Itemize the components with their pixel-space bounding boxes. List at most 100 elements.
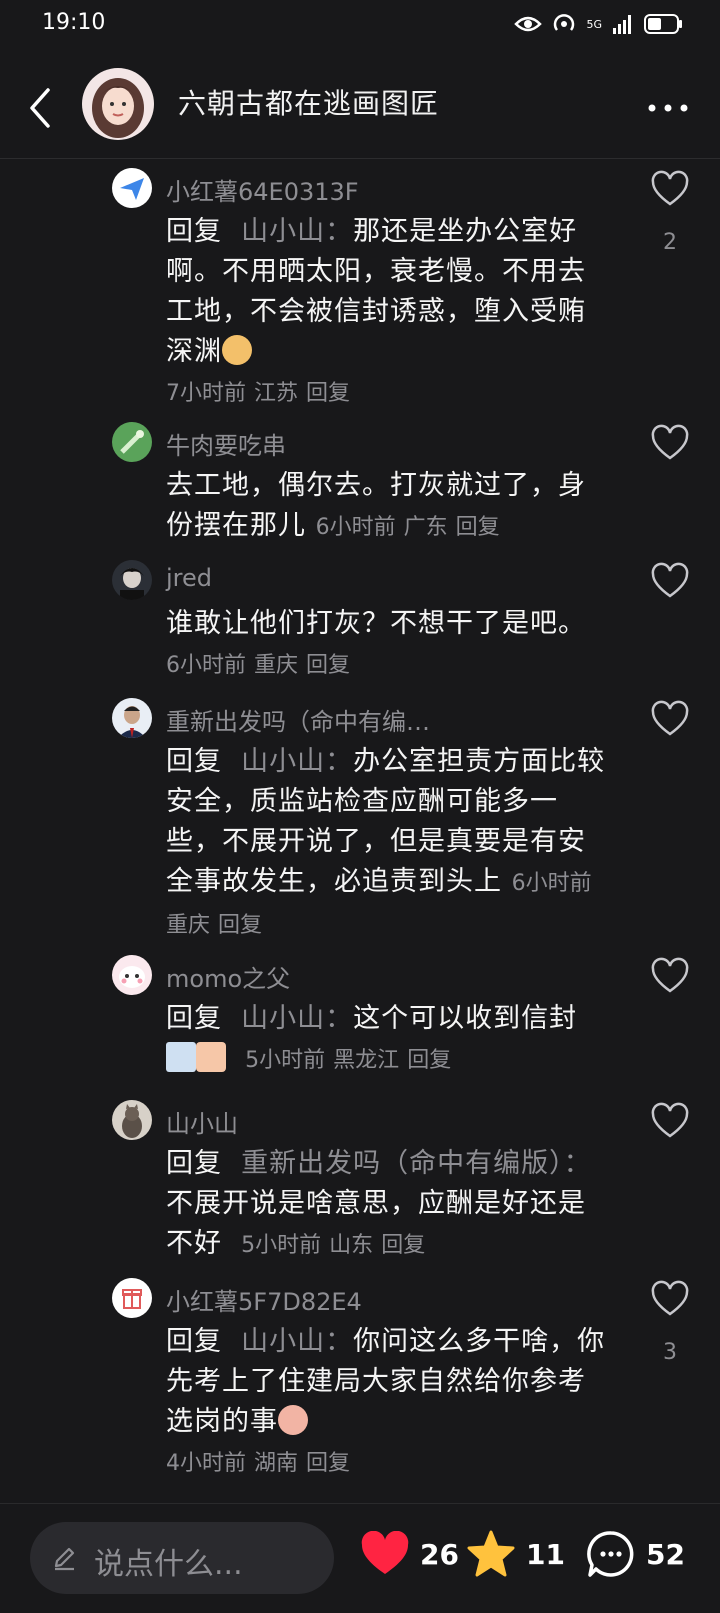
avatar[interactable] bbox=[112, 560, 152, 600]
reply-label: 回复 bbox=[166, 1326, 222, 1357]
signal-icon bbox=[613, 15, 631, 34]
heart-icon[interactable] bbox=[650, 1280, 690, 1320]
comment-text-content: 谁敢让他们打灰？不想干了是吧。 bbox=[166, 608, 586, 639]
reply-label: 回复 bbox=[166, 746, 222, 777]
comment-author[interactable]: 牛肉要吃串 bbox=[166, 426, 286, 461]
comment-text-line1: 这个可以收到信 bbox=[353, 1003, 550, 1034]
avatar[interactable] bbox=[112, 422, 152, 462]
author-name[interactable]: 六朝古都在逃画图匠 bbox=[178, 82, 439, 122]
reply-target[interactable]: 山小山： bbox=[241, 746, 353, 777]
star-icon bbox=[467, 1530, 515, 1577]
comment-author[interactable]: 小红薯5F7D82E4 bbox=[166, 1282, 362, 1317]
eye-icon bbox=[514, 16, 543, 32]
like-count: 26 bbox=[420, 1537, 459, 1571]
comment-text-line1: 办公室担责方面 bbox=[353, 746, 550, 777]
comment-text-rest: 封 bbox=[549, 1003, 578, 1034]
comment-author[interactable]: momo之父 bbox=[166, 959, 290, 994]
avatar[interactable] bbox=[112, 955, 152, 995]
more-icon[interactable] bbox=[646, 98, 690, 118]
comment-text-line1: 你问这么多干 bbox=[353, 1326, 522, 1357]
comment-time: 7小时前 bbox=[166, 381, 246, 406]
comment-list[interactable]: 小红薯64E0313F 回复 山小山：那还是坐办公室好啊。不用晒太阳，衰老慢。不… bbox=[0, 160, 720, 1503]
like-count: 3 bbox=[663, 1340, 677, 1365]
comment-location: 江苏 bbox=[254, 381, 299, 406]
favorite-count: 11 bbox=[526, 1537, 565, 1571]
comment-location: 黑龙江 bbox=[333, 1048, 400, 1073]
comment-time: 6小时前 bbox=[511, 871, 592, 896]
reply-label: 回复 bbox=[166, 216, 222, 247]
avatar[interactable] bbox=[112, 698, 152, 738]
back-icon[interactable] bbox=[20, 82, 64, 134]
reply-button[interactable]: 回复 bbox=[218, 913, 262, 938]
comment-input[interactable]: 说点什么... bbox=[30, 1522, 334, 1594]
status-bar: 19:10 5G bbox=[0, 0, 720, 48]
avatar[interactable] bbox=[112, 1100, 152, 1140]
comment-time: 6小时前 bbox=[315, 515, 396, 540]
comment-author[interactable]: 重新出发吗（命中有编… bbox=[166, 702, 430, 737]
like-count: 2 bbox=[663, 230, 677, 255]
envelope-emoji-icon bbox=[166, 1042, 196, 1072]
comment-text[interactable]: 回复 山小山：你问这么多干啥，你先考上了住建局大家自然给你参考选岗的事 4小时前… bbox=[166, 1322, 606, 1484]
comment-text-line1: 那还是坐办公室 bbox=[353, 216, 550, 247]
reply-button[interactable]: 回复 bbox=[407, 1048, 451, 1073]
comment-author[interactable]: 小红薯64E0313F bbox=[166, 172, 359, 207]
comment-time: 4小时前 bbox=[166, 1451, 246, 1476]
face-emoji-icon bbox=[196, 1042, 226, 1072]
reply-button[interactable]: 回复 bbox=[306, 653, 350, 678]
comment-text[interactable]: 谁敢让他们打灰？不想干了是吧。 6小时前 重庆 回复 bbox=[166, 604, 606, 686]
reply-button[interactable]: 回复 bbox=[456, 515, 500, 540]
author-avatar[interactable] bbox=[82, 68, 154, 140]
comment-time: 5小时前 bbox=[245, 1048, 326, 1073]
heart-icon bbox=[361, 1531, 409, 1574]
comment-author[interactable]: 山小山 bbox=[166, 1104, 238, 1139]
comment-time: 6小时前 bbox=[166, 653, 246, 678]
comment-text[interactable]: 回复 山小山：办公室担责方面比较安全，质监站检查应酬可能多一些，不展开说了，但是… bbox=[166, 742, 606, 946]
reply-target[interactable]: 山小山： bbox=[241, 1326, 353, 1357]
bottom-action-bar: 说点什么... 26 11 52 bbox=[0, 1503, 720, 1613]
reply-button[interactable]: 回复 bbox=[306, 1451, 350, 1476]
comment-meta: 6小时前重庆回复 bbox=[166, 653, 358, 678]
comment-text[interactable]: 回复 山小山：那还是坐办公室好啊。不用晒太阳，衰老慢。不用去工地，不会被信封诱惑… bbox=[166, 212, 606, 414]
reply-target[interactable]: 山小山： bbox=[241, 1003, 353, 1034]
comment-author[interactable]: jred bbox=[166, 564, 212, 592]
pen-icon bbox=[54, 1547, 75, 1571]
doge-emoji-icon bbox=[222, 335, 252, 365]
comment-location: 广东 bbox=[403, 515, 448, 540]
status-icons: 5G bbox=[514, 10, 684, 38]
reply-target[interactable]: 重新出发吗（命中有编版）： bbox=[241, 1148, 592, 1179]
favorite-button[interactable]: 11 bbox=[466, 1526, 565, 1582]
reply-label: 回复 bbox=[166, 1148, 222, 1179]
avatar[interactable] bbox=[112, 1278, 152, 1318]
heart-icon[interactable] bbox=[650, 1102, 690, 1142]
comment-icon bbox=[587, 1531, 634, 1577]
comment-location: 重庆 bbox=[254, 653, 299, 678]
comment-meta: 4小时前 湖南 回复 bbox=[166, 1451, 358, 1476]
comment-location: 重庆 bbox=[166, 913, 211, 938]
comment-count: 52 bbox=[646, 1537, 685, 1571]
comment-location: 山东 bbox=[329, 1233, 374, 1258]
heart-icon[interactable] bbox=[650, 562, 690, 602]
reply-button[interactable]: 回复 bbox=[306, 381, 350, 406]
note-header: 六朝古都在逃画图匠 bbox=[0, 58, 720, 159]
heart-icon[interactable] bbox=[650, 170, 690, 210]
network-type: 5G bbox=[586, 17, 602, 31]
comment-text[interactable]: 回复 重新出发吗（命中有编版）：不展开说是啥意思，应酬是好还是不好 5小时前 山东… bbox=[166, 1144, 606, 1266]
heart-icon[interactable] bbox=[650, 957, 690, 997]
battery-icon bbox=[644, 14, 682, 34]
smile-emoji-icon bbox=[278, 1405, 308, 1435]
reply-label: 回复 bbox=[166, 1003, 222, 1034]
heart-icon[interactable] bbox=[650, 700, 690, 740]
reply-button[interactable]: 回复 bbox=[381, 1233, 425, 1258]
comment-meta: 5小时前 黑龙江 回复 bbox=[245, 1048, 459, 1073]
reply-target[interactable]: 山小山： bbox=[241, 216, 353, 247]
comment-time: 5小时前 bbox=[241, 1233, 322, 1258]
comment-location: 湖南 bbox=[254, 1451, 299, 1476]
heart-icon[interactable] bbox=[650, 424, 690, 464]
comment-button[interactable]: 52 bbox=[586, 1526, 685, 1582]
like-button[interactable]: 26 bbox=[360, 1526, 459, 1582]
comment-text[interactable]: 去工地，偶尔去。打灰就过了，身份摆在那儿 6小时前 广东 回复 bbox=[166, 466, 606, 548]
hotspot-icon bbox=[554, 14, 575, 31]
avatar[interactable] bbox=[112, 168, 152, 208]
comment-text[interactable]: 回复 山小山：这个可以收到信封 5小时前 黑龙江 回复 bbox=[166, 999, 606, 1081]
status-time: 19:10 bbox=[42, 10, 106, 35]
